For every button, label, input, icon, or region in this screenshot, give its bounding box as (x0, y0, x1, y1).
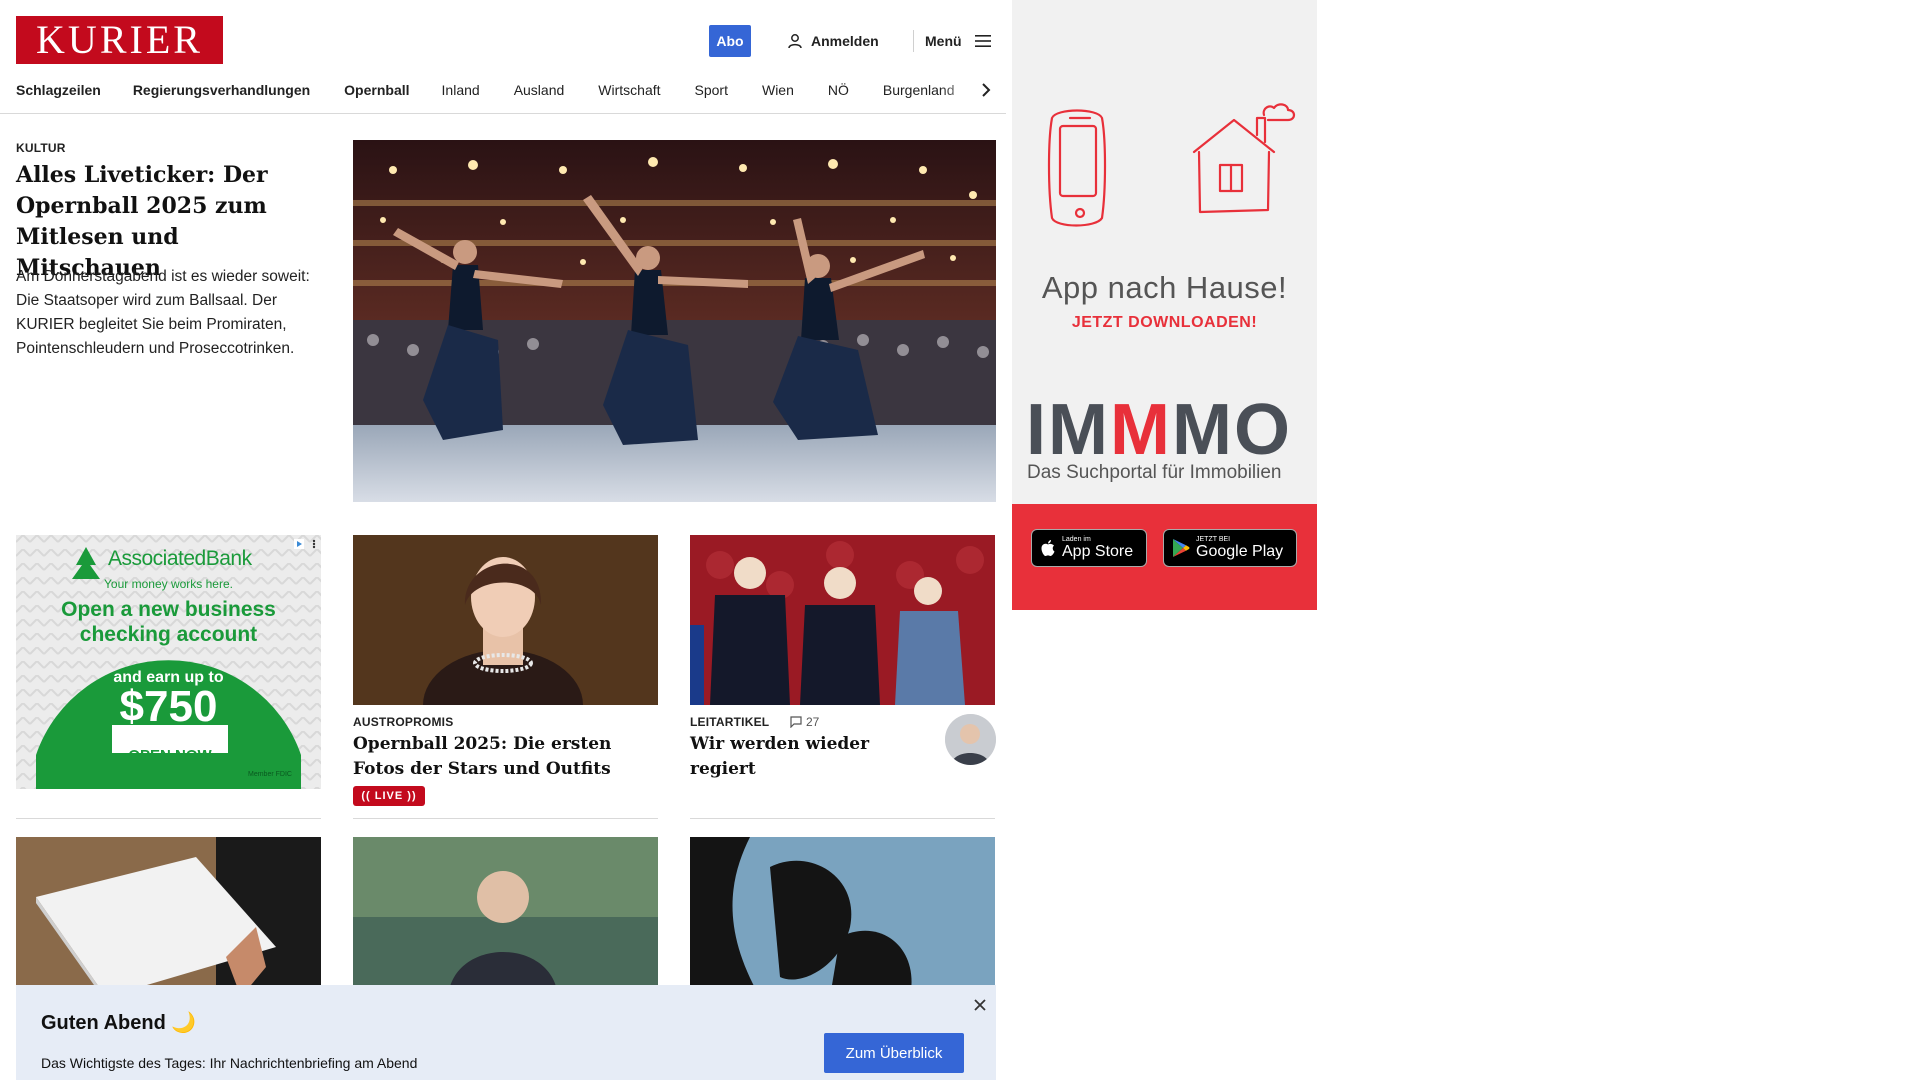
comment-icon (790, 716, 802, 728)
login-button[interactable]: Anmelden (787, 30, 879, 52)
live-badge: (( LIVE )) (353, 786, 425, 806)
author-avatar (945, 714, 996, 765)
user-icon (788, 34, 802, 49)
politicians-photo (690, 535, 995, 705)
immmo-logo-part: MO (1171, 390, 1292, 470)
nav-item-inland[interactable]: Inland (442, 82, 480, 98)
app-store-badge[interactable]: Laden im App Store (1031, 529, 1147, 567)
lead-teaser: Am Donnerstagabend ist es wieder soweit:… (16, 268, 310, 357)
app-store-small: Laden im (1062, 535, 1091, 543)
nav-item-noe[interactable]: NÖ (828, 82, 849, 98)
app-store-big: App Store (1062, 542, 1134, 560)
nav-item-wien[interactable]: Wien (762, 82, 794, 98)
card-image-opernball-fotos[interactable] (353, 535, 658, 705)
site-header: KURIER Abo Anmelden Menü Schlagzeilen Re… (0, 0, 1006, 114)
main-content: KURIER Abo Anmelden Menü Schlagzeilen Re… (0, 0, 1006, 1080)
ad-disclaimer: Member FDIC (248, 771, 292, 778)
kurier-logo[interactable]: KURIER (16, 16, 223, 64)
phone-house-illustration (1047, 103, 1296, 227)
ad-brand: AssociatedBank (108, 547, 252, 570)
overview-button[interactable]: Zum Überblick (824, 1033, 964, 1073)
close-icon (974, 999, 986, 1011)
immmo-tagline: Das Suchportal für Immobilien (1027, 462, 1282, 483)
google-play-text: JETZT BEI Google Play (1196, 536, 1283, 561)
immmo-logo-part-red: M (1109, 390, 1172, 470)
nav-item-wirtschaft[interactable]: Wirtschaft (598, 82, 660, 98)
app-store-text: Laden im App Store (1062, 536, 1133, 561)
store-badges-bar: Laden im App Store JETZT BEI Google Play (1012, 504, 1317, 610)
google-play-small: JETZT BEI (1196, 535, 1231, 543)
app-ad-title: App nach Hause! (1041, 270, 1288, 305)
card-headline[interactable]: Wir werden wieder regiert (690, 732, 940, 782)
card-image-budget[interactable] (16, 837, 321, 997)
nav-item-sport[interactable]: Sport (695, 82, 728, 98)
opera-ballet-photo (353, 140, 996, 502)
ad-tagline: Your money works here. (104, 577, 233, 591)
logo-text: KURIER (36, 17, 203, 62)
app-ad-subtitle: JETZT DOWNLOADEN! (1071, 314, 1258, 331)
ad-associated-bank[interactable]: AssociatedBank Your money works here. Op… (16, 535, 321, 789)
nav-fade (940, 78, 980, 102)
ad-headline: Open a new business checking account (61, 598, 276, 646)
author-portrait (945, 714, 996, 765)
divider (16, 818, 321, 819)
card-kicker: LEITARTIKEL (690, 715, 770, 729)
card-image-illustration[interactable] (690, 837, 995, 997)
abo-button[interactable]: Abo (709, 25, 751, 57)
immmo-logo: IMMMO (1026, 394, 1292, 466)
evening-briefing-banner: Guten Abend 🌙 Das Wichtigste des Tages: … (16, 985, 996, 1080)
portrait-photo (353, 535, 658, 705)
card-headline[interactable]: Opernball 2025: Die ersten Fotos der Sta… (353, 732, 658, 782)
nav-scroll-right[interactable] (976, 79, 996, 101)
ad-immmo[interactable]: App nach Hause! JETZT DOWNLOADEN! IMMMO … (1012, 0, 1317, 610)
ad-offer-note: with balance requirements (121, 737, 216, 746)
comment-count-value: 27 (806, 715, 820, 729)
portrait-man-photo (353, 837, 658, 997)
google-play-big: Google Play (1196, 542, 1284, 560)
menu-label: Menü (925, 33, 962, 49)
comment-count[interactable]: 27 (790, 715, 819, 729)
lead-image-opera-ballet[interactable] (353, 140, 996, 502)
google-play-icon (1173, 539, 1190, 557)
card-image-portrait-man[interactable] (353, 837, 658, 997)
briefing-text: Das Wichtigste des Tages: Ihr Nachrichte… (41, 1055, 418, 1071)
immmo-logo-part: IM (1026, 390, 1110, 470)
card-image-regierung[interactable] (690, 535, 995, 705)
nav-item-schlagzeilen[interactable]: Schlagzeilen (16, 82, 101, 98)
illustration-faces (690, 837, 995, 997)
lead-kicker: KULTUR (16, 141, 66, 155)
budget-documents-photo (16, 837, 321, 997)
hamburger-menu-icon (974, 35, 991, 47)
card-kicker: AUSTROPROMIS (353, 715, 454, 729)
login-label: Anmelden (811, 33, 879, 49)
ad-cta-button[interactable]: OPEN NOW (112, 747, 228, 764)
nav-item-ausland[interactable]: Ausland (514, 82, 565, 98)
google-play-badge[interactable]: JETZT BEI Google Play (1163, 529, 1297, 567)
menu-button[interactable]: Menü (925, 30, 992, 52)
briefing-title: Guten Abend 🌙 (41, 1012, 197, 1034)
category-nav: Schlagzeilen Regierungsverhandlungen Ope… (16, 78, 986, 102)
header-divider (913, 30, 914, 52)
divider (353, 818, 658, 819)
nav-item-regierungsverhandlungen[interactable]: Regierungsverhandlungen (133, 82, 310, 98)
nav-item-opernball[interactable]: Opernball (344, 82, 409, 98)
close-button[interactable] (968, 993, 992, 1017)
chevron-right-icon (982, 83, 991, 97)
ad-offer-amount: $750 (119, 682, 218, 731)
divider (690, 818, 995, 819)
apple-icon (1041, 540, 1055, 556)
